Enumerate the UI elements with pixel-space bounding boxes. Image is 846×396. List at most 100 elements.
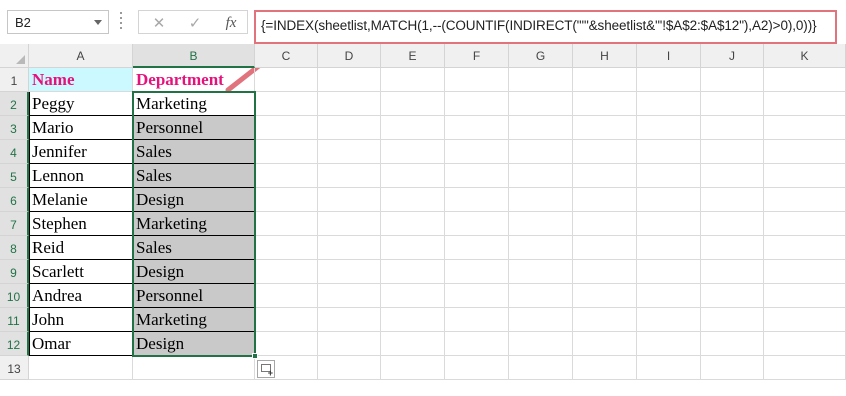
cell-b3[interactable]: Personnel xyxy=(133,116,255,140)
cell-g13[interactable] xyxy=(509,356,573,380)
cell-h5[interactable] xyxy=(573,164,637,188)
cell-d13[interactable] xyxy=(318,356,381,380)
row-header-4[interactable]: 4 xyxy=(0,140,29,164)
cell-i2[interactable] xyxy=(637,92,701,116)
cell-j5[interactable] xyxy=(701,164,764,188)
insert-function-icon[interactable]: fx xyxy=(219,13,243,33)
cell-e7[interactable] xyxy=(381,212,445,236)
cell-a9[interactable]: Scarlett xyxy=(29,260,133,284)
cell-g6[interactable] xyxy=(509,188,573,212)
name-box[interactable]: B2 xyxy=(7,10,109,34)
cell-j12[interactable] xyxy=(701,332,764,356)
cell-j7[interactable] xyxy=(701,212,764,236)
cell-j10[interactable] xyxy=(701,284,764,308)
cell-k5[interactable] xyxy=(764,164,846,188)
column-header-k[interactable]: K xyxy=(764,44,846,68)
cell-f8[interactable] xyxy=(445,236,509,260)
cell-d6[interactable] xyxy=(318,188,381,212)
cell-g10[interactable] xyxy=(509,284,573,308)
cell-h6[interactable] xyxy=(573,188,637,212)
row-header-13[interactable]: 13 xyxy=(0,356,29,380)
cell-d4[interactable] xyxy=(318,140,381,164)
cell-b1[interactable]: Department xyxy=(133,68,255,92)
cell-a10[interactable]: Andrea xyxy=(29,284,133,308)
cell-e4[interactable] xyxy=(381,140,445,164)
cell-b13[interactable] xyxy=(133,356,255,380)
cell-c4[interactable] xyxy=(255,140,318,164)
cell-c7[interactable] xyxy=(255,212,318,236)
cell-k9[interactable] xyxy=(764,260,846,284)
cell-a13[interactable] xyxy=(29,356,133,380)
row-header-11[interactable]: 11 xyxy=(0,308,29,332)
cell-j9[interactable] xyxy=(701,260,764,284)
row-header-6[interactable]: 6 xyxy=(0,188,29,212)
column-header-i[interactable]: I xyxy=(637,44,701,68)
column-header-a[interactable]: A xyxy=(29,44,133,68)
cell-f10[interactable] xyxy=(445,284,509,308)
cell-a2[interactable]: Peggy xyxy=(29,92,133,116)
cell-g12[interactable] xyxy=(509,332,573,356)
select-all-corner[interactable] xyxy=(0,44,29,68)
cell-i13[interactable] xyxy=(637,356,701,380)
quick-analysis-icon[interactable]: + xyxy=(257,360,275,378)
cell-i3[interactable] xyxy=(637,116,701,140)
cell-j2[interactable] xyxy=(701,92,764,116)
cell-f6[interactable] xyxy=(445,188,509,212)
cell-f3[interactable] xyxy=(445,116,509,140)
cell-d7[interactable] xyxy=(318,212,381,236)
cell-f11[interactable] xyxy=(445,308,509,332)
row-header-12[interactable]: 12 xyxy=(0,332,29,356)
cell-j8[interactable] xyxy=(701,236,764,260)
cell-c8[interactable] xyxy=(255,236,318,260)
drag-handle-icon[interactable] xyxy=(120,12,123,32)
cell-h11[interactable] xyxy=(573,308,637,332)
column-header-g[interactable]: G xyxy=(509,44,573,68)
cell-h13[interactable] xyxy=(573,356,637,380)
cell-g3[interactable] xyxy=(509,116,573,140)
cell-d11[interactable] xyxy=(318,308,381,332)
cell-e9[interactable] xyxy=(381,260,445,284)
cell-j11[interactable] xyxy=(701,308,764,332)
fill-handle[interactable] xyxy=(252,353,258,359)
cell-a11[interactable]: John xyxy=(29,308,133,332)
cell-g9[interactable] xyxy=(509,260,573,284)
cell-i6[interactable] xyxy=(637,188,701,212)
formula-input[interactable]: {=INDEX(sheetlist,MATCH(1,--(COUNTIF(IND… xyxy=(254,10,837,44)
row-header-1[interactable]: 1 xyxy=(0,68,29,92)
cell-i5[interactable] xyxy=(637,164,701,188)
cell-i7[interactable] xyxy=(637,212,701,236)
cell-c6[interactable] xyxy=(255,188,318,212)
cell-k12[interactable] xyxy=(764,332,846,356)
column-header-e[interactable]: E xyxy=(381,44,445,68)
cell-j4[interactable] xyxy=(701,140,764,164)
cell-f1[interactable] xyxy=(445,68,509,92)
cell-k3[interactable] xyxy=(764,116,846,140)
cell-h8[interactable] xyxy=(573,236,637,260)
cell-b2[interactable]: Marketing xyxy=(133,92,255,116)
cell-e2[interactable] xyxy=(381,92,445,116)
cell-d3[interactable] xyxy=(318,116,381,140)
cell-d2[interactable] xyxy=(318,92,381,116)
cell-e11[interactable] xyxy=(381,308,445,332)
cell-d5[interactable] xyxy=(318,164,381,188)
cell-h2[interactable] xyxy=(573,92,637,116)
row-header-7[interactable]: 7 xyxy=(0,212,29,236)
cell-k11[interactable] xyxy=(764,308,846,332)
cell-c2[interactable] xyxy=(255,92,318,116)
cell-k2[interactable] xyxy=(764,92,846,116)
cell-a3[interactable]: Mario xyxy=(29,116,133,140)
cell-b7[interactable]: Marketing xyxy=(133,212,255,236)
cell-b9[interactable]: Design xyxy=(133,260,255,284)
cell-f7[interactable] xyxy=(445,212,509,236)
cell-d9[interactable] xyxy=(318,260,381,284)
cell-k10[interactable] xyxy=(764,284,846,308)
cell-e10[interactable] xyxy=(381,284,445,308)
cell-b6[interactable]: Design xyxy=(133,188,255,212)
cell-k1[interactable] xyxy=(764,68,846,92)
cell-g4[interactable] xyxy=(509,140,573,164)
cell-g8[interactable] xyxy=(509,236,573,260)
cell-g11[interactable] xyxy=(509,308,573,332)
cell-h3[interactable] xyxy=(573,116,637,140)
cell-f4[interactable] xyxy=(445,140,509,164)
cell-c1[interactable] xyxy=(255,68,318,92)
